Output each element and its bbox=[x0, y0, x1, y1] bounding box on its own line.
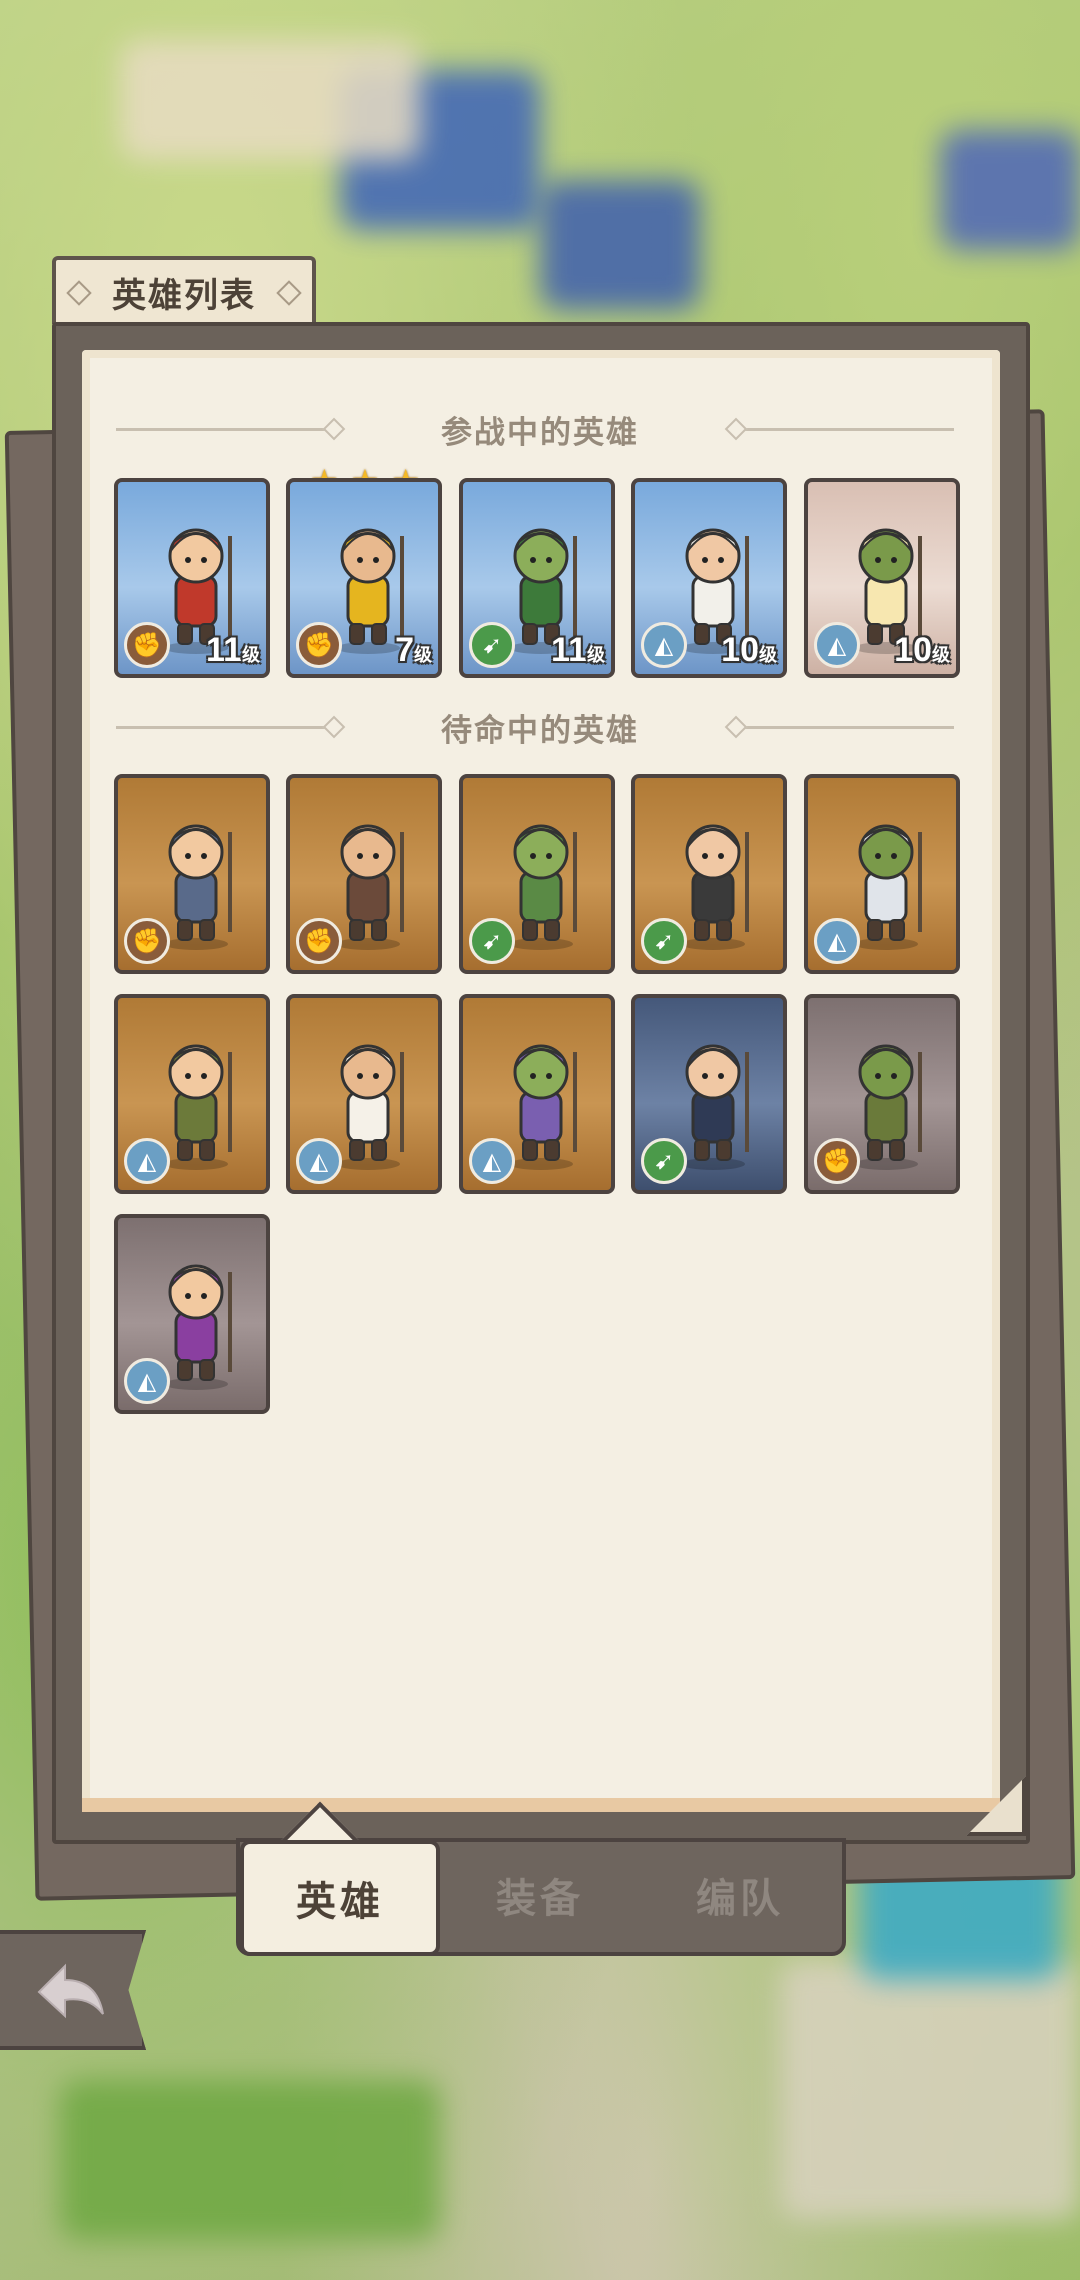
mage-hat-icon: ◭ bbox=[296, 1138, 342, 1184]
bow-icon: ➹ bbox=[641, 918, 687, 964]
page-title: 英雄列表 bbox=[112, 275, 256, 316]
hero-elf-archer-card[interactable]: ➹ bbox=[459, 774, 615, 974]
tab-heroes[interactable]: 英雄 bbox=[240, 1840, 440, 1956]
fist-icon: ✊ bbox=[814, 1138, 860, 1184]
hero-level: 11级 bbox=[206, 631, 260, 670]
hero-level: 10级 bbox=[721, 631, 777, 670]
hero-knight-card[interactable]: ✊ 11级 bbox=[114, 478, 270, 678]
hero-sword-knight-card[interactable]: ✊ bbox=[114, 774, 270, 974]
hero-sorceress-card[interactable]: ◭ bbox=[114, 1214, 270, 1414]
hero-dwarf-ranger-card[interactable]: ➹ 11级 bbox=[459, 478, 615, 678]
tab-equipment[interactable]: 装备 bbox=[440, 1838, 640, 1952]
hero-gold-paladin-card[interactable]: ✊ 7级 bbox=[286, 478, 442, 678]
map-background-roof bbox=[940, 130, 1080, 250]
hero-level-unit: 级 bbox=[759, 645, 777, 665]
bow-icon: ➹ bbox=[469, 918, 515, 964]
hero-list-title-tab: 英雄列表 bbox=[52, 256, 316, 324]
hero-level-value: 11 bbox=[206, 631, 242, 669]
active-heroes-label: 参战中的英雄 bbox=[441, 414, 639, 451]
hero-dark-elf-card[interactable]: ➹ bbox=[631, 994, 787, 1194]
hero-fire-mage-card[interactable]: ◭ 10级 bbox=[631, 478, 787, 678]
hero-level-value: 10 bbox=[721, 631, 759, 669]
mage-hat-icon: ◭ bbox=[124, 1138, 170, 1184]
heading-divider-left bbox=[116, 726, 336, 729]
map-background-field bbox=[60, 2080, 440, 2240]
mage-hat-icon: ◭ bbox=[814, 918, 860, 964]
hero-minotaur-card[interactable]: ✊ bbox=[286, 774, 442, 974]
mage-hat-icon: ◭ bbox=[124, 1358, 170, 1404]
hero-level-value: 11 bbox=[551, 631, 587, 669]
tab-formation-label: 编队 bbox=[696, 1876, 784, 1922]
hero-level-value: 7 bbox=[395, 631, 414, 669]
hero-level: 10级 bbox=[894, 631, 950, 670]
hero-priestess-card[interactable]: ◭ 10级 bbox=[804, 478, 960, 678]
back-button[interactable] bbox=[0, 1930, 146, 2050]
hero-hammer-elder-card[interactable]: ◭ bbox=[804, 774, 960, 974]
mage-hat-icon: ◭ bbox=[814, 622, 860, 668]
mage-hat-icon: ◭ bbox=[641, 622, 687, 668]
back-arrow-icon bbox=[37, 1963, 104, 2019]
hero-level: 11级 bbox=[551, 631, 605, 670]
fist-icon: ✊ bbox=[124, 622, 170, 668]
hero-level-unit: 级 bbox=[587, 645, 605, 665]
tab-heroes-label: 英雄 bbox=[296, 1879, 384, 1925]
hero-orc-shaman-card[interactable]: ◭ bbox=[114, 994, 270, 1194]
tab-formation[interactable]: 编队 bbox=[640, 1838, 840, 1952]
hero-cleric-card[interactable]: ◭ bbox=[286, 994, 442, 1194]
fist-icon: ✊ bbox=[296, 622, 342, 668]
hero-level-unit: 级 bbox=[242, 645, 260, 665]
map-background-road bbox=[780, 1960, 1080, 2220]
bow-icon: ➹ bbox=[641, 1138, 687, 1184]
hero-level-unit: 级 bbox=[414, 645, 432, 665]
heading-divider-left bbox=[116, 428, 336, 431]
hero-orc-axe-card[interactable]: ✊ bbox=[804, 994, 960, 1194]
map-background-wall bbox=[120, 40, 420, 160]
standby-heroes-label: 待命中的英雄 bbox=[441, 712, 639, 749]
bow-icon: ➹ bbox=[469, 622, 515, 668]
fist-icon: ✊ bbox=[124, 918, 170, 964]
fist-icon: ✊ bbox=[296, 918, 342, 964]
hero-gnome-card[interactable]: ◭ bbox=[459, 994, 615, 1194]
mage-hat-icon: ◭ bbox=[469, 1138, 515, 1184]
hero-level-unit: 级 bbox=[932, 645, 950, 665]
heading-divider-right bbox=[734, 428, 954, 431]
paper-bottom-edge bbox=[82, 1798, 1000, 1812]
hero-barbarian-card[interactable]: ➹ bbox=[631, 774, 787, 974]
map-background-tower bbox=[540, 180, 700, 310]
hero-level: 7级 bbox=[395, 631, 432, 670]
hero-level-value: 10 bbox=[894, 631, 932, 669]
tab-equipment-label: 装备 bbox=[496, 1876, 584, 1922]
heading-divider-right bbox=[734, 726, 954, 729]
